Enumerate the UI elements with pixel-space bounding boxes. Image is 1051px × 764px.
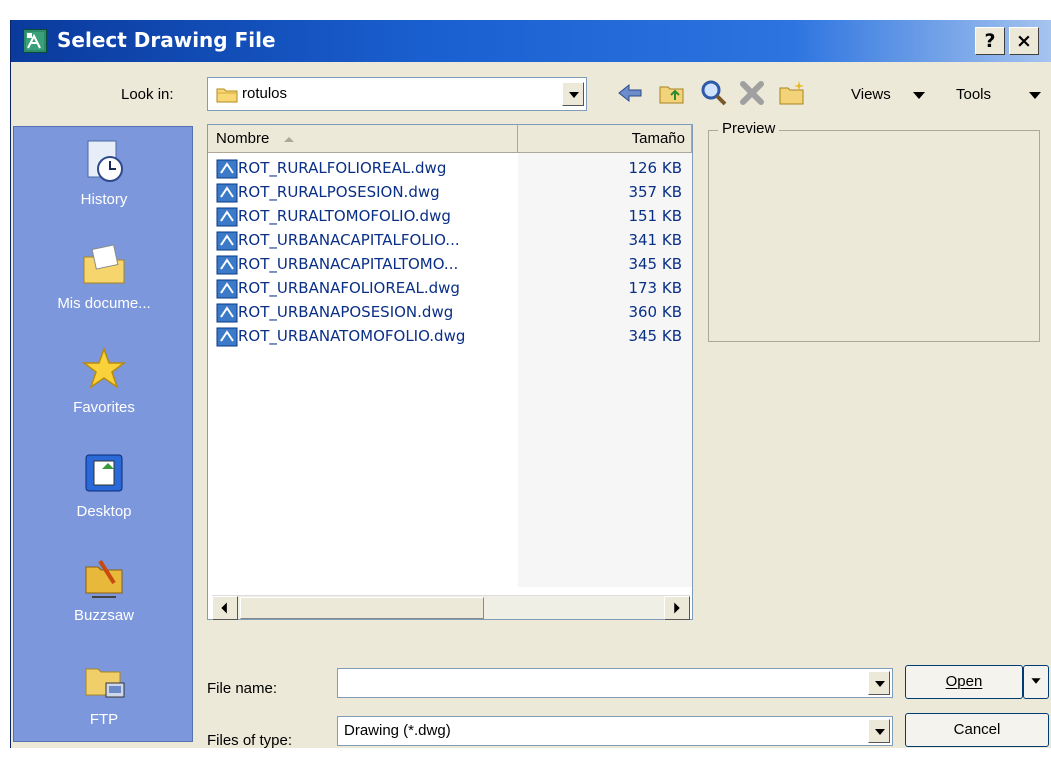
favorites-icon (80, 345, 128, 393)
desktop-icon (80, 449, 128, 497)
dwg-file-icon (216, 231, 238, 251)
file-size: 126 KB (628, 159, 682, 177)
places-item-desktop[interactable]: Desktop (14, 449, 194, 520)
file-row[interactable]: ROT_URBANATOMOFOLIO.dwg 345 KB (208, 325, 694, 349)
my-documents-icon (80, 241, 128, 289)
scroll-right-button[interactable] (664, 596, 690, 620)
close-button[interactable]: × (1009, 27, 1039, 55)
cancel-button[interactable]: Cancel (905, 713, 1049, 747)
look-in-label: Look in: (121, 86, 174, 103)
autocad-app-icon (23, 29, 47, 53)
file-row[interactable]: ROT_URBANAPOSESION.dwg 360 KB (208, 301, 694, 325)
look-in-value: rotulos (242, 85, 288, 102)
places-item-my-documents[interactable]: Mis docume... (14, 241, 194, 312)
places-item-label: History (80, 191, 128, 208)
help-button[interactable]: ? (975, 27, 1005, 55)
dwg-file-icon (216, 183, 238, 203)
file-row[interactable]: ROT_RURALPOSESION.dwg 357 KB (208, 181, 694, 205)
views-menu[interactable]: Views (851, 86, 891, 103)
file-size: 345 KB (628, 255, 682, 273)
file-name: ROT_URBANATOMOFOLIO.dwg (238, 327, 466, 345)
dwg-file-icon (216, 255, 238, 275)
places-item-label: Desktop (76, 503, 132, 520)
folder-icon (216, 86, 238, 103)
file-row[interactable]: ROT_URBANACAPITALFOLIO... 341 KB (208, 229, 694, 253)
search-web-icon[interactable] (699, 78, 729, 108)
column-header-name-label: Nombre (216, 130, 270, 147)
scroll-left-button[interactable] (212, 596, 238, 620)
column-header-size-label: Tamaño (631, 130, 685, 147)
scrollbar-thumb[interactable] (240, 597, 484, 619)
title-bar[interactable]: Select Drawing File ? × (11, 20, 1051, 62)
places-item-history[interactable]: History (14, 137, 194, 208)
file-size: 360 KB (628, 303, 682, 321)
preview-pane (708, 130, 1040, 342)
tools-dropdown-icon[interactable] (1029, 92, 1041, 99)
create-new-folder-icon[interactable] (777, 78, 807, 108)
dwg-file-icon (216, 303, 238, 323)
file-row[interactable]: ROT_URBANAFOLIOREAL.dwg 173 KB (208, 277, 694, 301)
history-icon (80, 137, 128, 185)
files-of-type-value: Drawing (*.dwg) (344, 722, 451, 739)
file-name-dropdown-button[interactable] (868, 671, 890, 695)
dwg-file-icon (216, 279, 238, 299)
files-of-type-select[interactable]: Drawing (*.dwg) (337, 716, 893, 746)
places-item-label: Mis docume... (57, 295, 151, 312)
file-name: ROT_RURALTOMOFOLIO.dwg (238, 207, 451, 225)
sort-ascending-icon (283, 136, 294, 142)
file-size: 151 KB (628, 207, 682, 225)
dwg-file-icon (216, 159, 238, 179)
column-header-name[interactable]: Nombre (208, 125, 518, 153)
places-item-label: FTP (89, 711, 119, 728)
files-of-type-dropdown-button[interactable] (868, 719, 890, 743)
open-button-label: Open (945, 673, 983, 690)
places-item-label: Buzzsaw (73, 607, 135, 624)
files-of-type-label: Files of type: (207, 732, 293, 749)
file-name: ROT_RURALFOLIOREAL.dwg (238, 159, 447, 177)
file-size: 345 KB (628, 327, 682, 345)
tools-menu[interactable]: Tools (956, 86, 991, 103)
open-options-button[interactable] (1023, 665, 1049, 699)
places-item-favorites[interactable]: Favorites (14, 345, 194, 416)
delete-icon[interactable] (737, 78, 767, 108)
places-item-ftp[interactable]: FTP (14, 657, 194, 728)
back-icon[interactable] (615, 78, 645, 108)
file-name: ROT_URBANACAPITALFOLIO... (238, 231, 460, 249)
places-item-buzzsaw[interactable]: Buzzsaw (14, 553, 194, 624)
dwg-file-icon (216, 207, 238, 227)
column-header-size[interactable]: Tamaño (518, 125, 692, 153)
file-name: ROT_URBANAFOLIOREAL.dwg (238, 279, 460, 297)
dwg-file-icon (216, 327, 238, 347)
file-name: ROT_RURALPOSESION.dwg (238, 183, 440, 201)
ftp-icon (80, 657, 128, 705)
file-size: 357 KB (628, 183, 682, 201)
look-in-combobox[interactable]: rotulos (207, 77, 587, 111)
places-item-label: Favorites (73, 399, 135, 416)
look-in-dropdown-button[interactable] (562, 82, 584, 106)
views-dropdown-icon[interactable] (913, 92, 925, 99)
window-title: Select Drawing File (57, 28, 276, 52)
file-name-label: File name: (207, 680, 278, 697)
file-row[interactable]: ROT_RURALTOMOFOLIO.dwg 151 KB (208, 205, 694, 229)
file-row[interactable]: ROT_RURALFOLIOREAL.dwg 126 KB (208, 157, 694, 181)
horizontal-scrollbar[interactable] (212, 595, 690, 620)
file-size: 173 KB (628, 279, 682, 297)
select-drawing-file-dialog: Select Drawing File ? × Look in: rotulos… (10, 20, 1051, 749)
open-button[interactable]: Open (905, 665, 1023, 699)
preview-label: Preview (718, 120, 780, 137)
file-name: ROT_URBANAPOSESION.dwg (238, 303, 454, 321)
file-name: ROT_URBANACAPITALTOMO... (238, 255, 459, 273)
file-row[interactable]: ROT_URBANACAPITALTOMO... 345 KB (208, 253, 694, 277)
file-size: 341 KB (628, 231, 682, 249)
file-name-field[interactable] (337, 668, 893, 698)
up-folder-icon[interactable] (657, 78, 687, 108)
places-bar: History Mis docume... Favorites Desktop … (13, 126, 193, 742)
buzzsaw-icon (80, 553, 128, 601)
file-list[interactable]: Nombre Tamaño ROT_RURALFOLIOREAL.dwg 126… (207, 124, 693, 620)
